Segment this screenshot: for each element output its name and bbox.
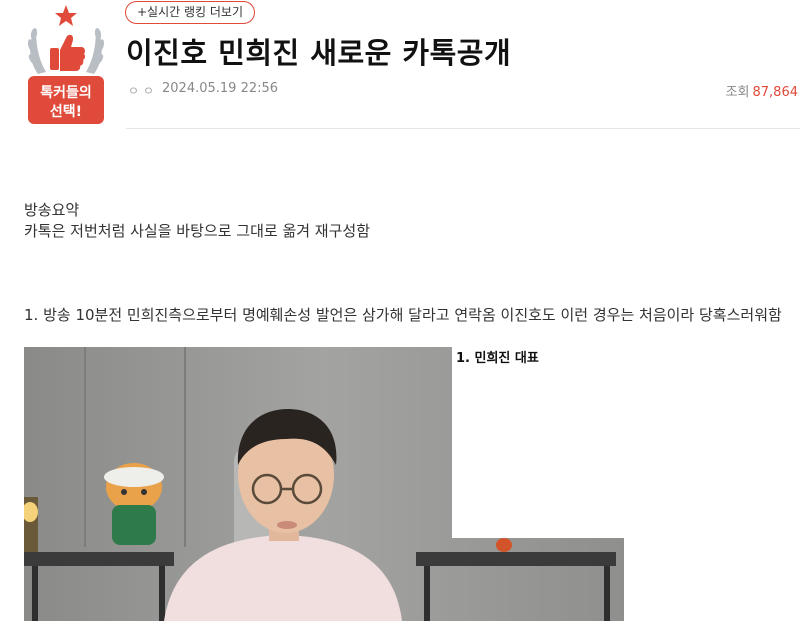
header-divider xyxy=(126,128,800,129)
point-1-block: 1. 방송 10분전 민희진측으로부터 명예훼손성 발언은 삼가해 달라고 연락… xyxy=(24,305,800,326)
point-1-text: 1. 방송 10분전 민희진측으로부터 명예훼손성 발언은 삼가해 달라고 연락… xyxy=(24,306,782,324)
best-pick-badge-graphic: 톡커들의 선택! xyxy=(27,5,105,124)
realtime-ranking-button[interactable]: +실시간 랭킹 더보기 xyxy=(125,1,256,24)
best-pick-badge: 톡커들의 선택! xyxy=(22,2,110,126)
summary-heading: 방송요약 xyxy=(24,201,80,219)
badge-label-line1: 톡커들의 xyxy=(40,84,92,101)
post-title: 이진호 민희진 새로운 카톡공개 xyxy=(126,36,512,70)
view-count-value: 87,864 xyxy=(752,85,799,100)
summary-text: 카톡은 저번처럼 사실을 바탕으로 그대로 옮겨 재구성함 xyxy=(24,222,371,240)
star-icon xyxy=(55,5,77,26)
thumbs-up-icon xyxy=(50,34,86,71)
badge-label-line2: 선택! xyxy=(50,103,82,120)
caption-panel xyxy=(452,347,624,538)
image-caption: 1. 민희진 대표 xyxy=(456,351,539,366)
view-count: 조회 87,864 xyxy=(726,81,798,100)
post-date: 2024.05.19 22:56 xyxy=(162,81,279,96)
post-author[interactable]: ㅇㅇ xyxy=(128,82,158,99)
summary-block: 방송요약 카톡은 저번처럼 사실을 바탕으로 그대로 옮겨 재구성함 xyxy=(24,200,794,242)
view-count-label: 조회 xyxy=(725,85,750,100)
